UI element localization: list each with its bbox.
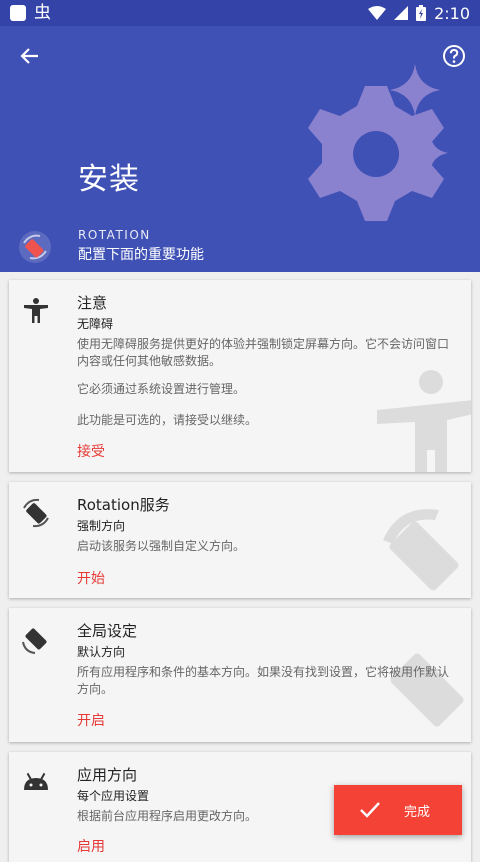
rotation-service-card: Rotation服务 强制方向 启动该服务以强制自定义方向。 开始: [9, 482, 471, 598]
card-description: 它必须通过系统设置进行管理。: [77, 382, 246, 396]
global-orientation-icon: [22, 628, 47, 654]
back-arrow-icon: [20, 48, 38, 64]
settings-gear-icon: [308, 64, 448, 221]
app-info-row: ROTATION 配置下面的重要功能: [0, 224, 480, 272]
card-subtitle: 无障碍: [77, 317, 114, 331]
enable-global-button[interactable]: 开启: [77, 710, 105, 730]
card-title: 注意: [77, 294, 108, 312]
card-title: 应用方向: [77, 766, 138, 784]
card-description: 使用无障碍服务提供更好的体验并强制锁定屏幕方向。它不会访问窗口内容或任何其他敏感…: [77, 337, 450, 368]
card-description: 所有应用程序和条件的基本方向。如果没有找到设置，它将被用作默认方向。: [77, 665, 450, 696]
signal-icon: [394, 6, 409, 20]
card-title: 全局设定: [77, 622, 138, 640]
card-description: 此功能是可选的，请接受以继续。: [77, 413, 258, 427]
setup-header: 安装 ROTATION 配置下面的重要功能: [0, 26, 480, 272]
status-time: 2:10: [434, 3, 470, 23]
accessibility-card: 注意 无障碍 使用无障碍服务提供更好的体验并强制锁定屏幕方向。它不会访问窗口内容…: [9, 280, 471, 472]
enable-app-button[interactable]: 启用: [77, 836, 105, 856]
finish-button[interactable]: 完成: [334, 785, 462, 835]
card-description: 启动该服务以强制自定义方向。: [77, 539, 246, 553]
android-icon: [24, 772, 48, 790]
rotation-app-icon: [19, 231, 51, 263]
bug-icon: 虫: [34, 2, 51, 23]
accept-button[interactable]: 接受: [77, 441, 105, 461]
card-subtitle: 强制方向: [77, 519, 126, 533]
check-icon: [360, 802, 380, 818]
card-title: Rotation服务: [77, 496, 170, 514]
accessibility-icon: [24, 298, 48, 323]
battery-icon: [416, 5, 427, 21]
card-subtitle: 每个应用设置: [77, 789, 150, 803]
app-name: ROTATION: [78, 228, 151, 242]
page-title: 安装: [78, 162, 140, 197]
app-subtitle: 配置下面的重要功能: [78, 247, 204, 263]
wifi-icon: [368, 6, 387, 20]
back-button[interactable]: [14, 40, 46, 72]
notification-icon: [10, 5, 26, 21]
finish-label: 完成: [404, 805, 431, 820]
status-bar: 虫 2:10: [0, 0, 480, 26]
rotation-service-icon: [23, 498, 49, 528]
global-settings-card: 全局设定 默认方向 所有应用程序和条件的基本方向。如果没有找到设置，它将被用作默…: [9, 608, 471, 742]
card-subtitle: 默认方向: [77, 645, 126, 659]
start-button[interactable]: 开始: [77, 568, 105, 588]
